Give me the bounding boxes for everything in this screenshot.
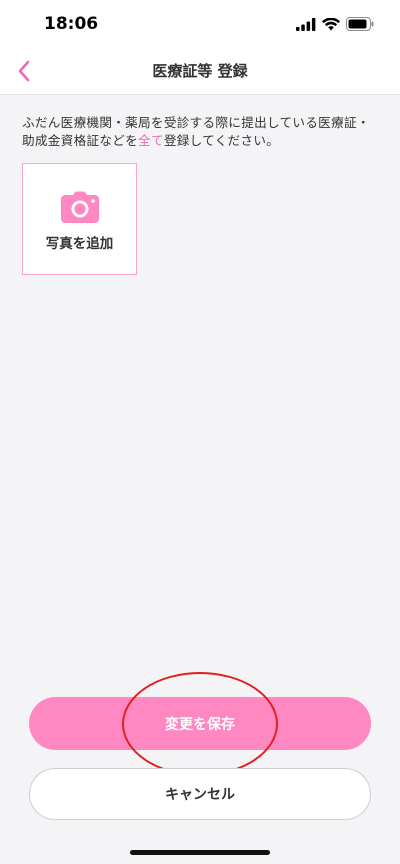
nav-bar: 医療証等 登録 <box>0 48 400 95</box>
status-time: 18:06 <box>44 14 99 34</box>
add-photo-label: 写真を追加 <box>45 236 114 252</box>
save-button[interactable]: 変更を保存 <box>29 697 371 750</box>
cancel-button[interactable]: キャンセル <box>29 768 371 820</box>
instruction-text-part: 登録してください。 <box>163 133 280 148</box>
page-title: 医療証等 登録 <box>152 62 248 80</box>
instruction-highlight: 全て <box>138 133 164 148</box>
battery-icon <box>346 17 374 31</box>
status-icons <box>296 16 374 32</box>
add-photo-button[interactable]: 写真を追加 <box>22 163 137 275</box>
status-bar: 18:06 <box>0 0 400 48</box>
home-indicator <box>130 850 270 855</box>
wifi-icon <box>322 17 340 30</box>
instruction-text: ふだん医療機関・薬局を受診する際に提出している医療証・助成金資格証などを全て登録… <box>22 114 378 150</box>
camera-icon <box>60 191 99 223</box>
signal-icon <box>296 17 316 31</box>
